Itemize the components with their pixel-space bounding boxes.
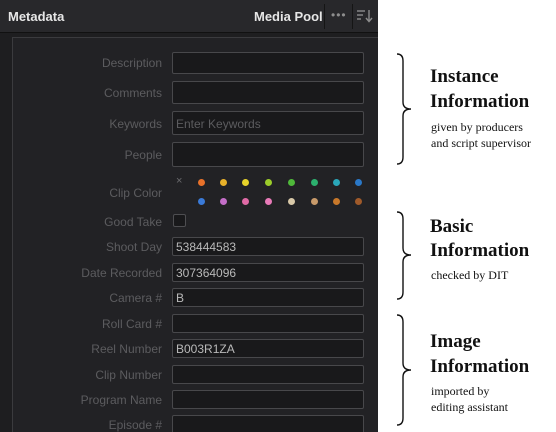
- clip-color-swatch[interactable]: [311, 179, 318, 186]
- clip-number-label: Clip Number: [95, 368, 162, 382]
- program-name-field[interactable]: [172, 390, 364, 409]
- clip-color-label: Clip Color: [109, 186, 162, 200]
- clip-color-swatch[interactable]: [288, 198, 295, 205]
- clip-color-swatch[interactable]: [265, 198, 272, 205]
- episode-field[interactable]: [172, 415, 364, 432]
- date-recorded-field[interactable]: 307364096: [172, 263, 364, 282]
- people-label: People: [124, 148, 162, 162]
- clip-color-swatch[interactable]: [355, 179, 362, 186]
- clip-color-swatch[interactable]: [198, 179, 205, 186]
- basic-brace: [396, 211, 412, 300]
- basic-title-line2: Information: [430, 240, 530, 261]
- program-name-label: Program Name: [80, 393, 162, 407]
- clip-color-swatch[interactable]: [198, 198, 205, 205]
- sort-icon[interactable]: [356, 8, 374, 24]
- camera-label: Camera #: [109, 291, 162, 305]
- clip-color-swatch[interactable]: [220, 198, 227, 205]
- instance-title-line1: Instance: [430, 66, 499, 87]
- clip-color-swatch[interactable]: [242, 179, 249, 186]
- instance-title-line2: Information: [430, 91, 530, 112]
- shoot-day-field[interactable]: 538444583: [172, 237, 364, 256]
- keywords-input[interactable]: Enter Keywords: [172, 111, 364, 135]
- keywords-label: Keywords: [109, 117, 162, 131]
- clip-color-swatch[interactable]: [333, 198, 340, 205]
- basic-title-line1: Basic: [430, 216, 474, 237]
- more-options-icon[interactable]: •••: [331, 8, 347, 22]
- clip-color-swatch[interactable]: [333, 179, 340, 186]
- image-brace: [396, 314, 412, 426]
- metadata-panel: Metadata Media Pool ••• Description Comm…: [0, 0, 378, 432]
- reel-number-field[interactable]: B003R1ZA: [172, 339, 364, 358]
- reel-number-label: Reel Number: [91, 342, 162, 356]
- clip-color-swatch[interactable]: [311, 198, 318, 205]
- clear-color-icon[interactable]: ×: [176, 175, 182, 187]
- description-label: Description: [101, 56, 162, 70]
- roll-card-field[interactable]: [172, 314, 364, 333]
- description-field[interactable]: [172, 52, 364, 74]
- comments-field[interactable]: [172, 81, 364, 104]
- panel-header: Metadata Media Pool •••: [0, 0, 378, 33]
- instance-brace: [396, 53, 412, 165]
- instance-subtitle-line1: given by producers: [431, 120, 523, 134]
- people-field[interactable]: [172, 142, 364, 167]
- instance-subtitle-line2: and script supervisor: [431, 136, 531, 150]
- clip-color-swatch[interactable]: [265, 179, 272, 186]
- roll-card-label: Roll Card #: [101, 317, 162, 331]
- clip-number-field[interactable]: [172, 365, 364, 384]
- image-title-line1: Image: [430, 331, 481, 352]
- basic-subtitle-line1: checked by DIT: [431, 268, 509, 282]
- good-take-label: Good Take: [104, 215, 162, 229]
- date-recorded-label: Date Recorded: [81, 266, 162, 280]
- image-subtitle-line1: imported by: [431, 384, 490, 398]
- panel-title: Metadata: [8, 9, 65, 24]
- clip-color-swatch[interactable]: [288, 179, 295, 186]
- camera-field[interactable]: B: [172, 288, 364, 307]
- media-pool-tab[interactable]: Media Pool: [254, 9, 323, 24]
- header-divider: [324, 4, 325, 29]
- image-subtitle-line2: editing assistant: [431, 400, 508, 414]
- comments-label: Comments: [103, 86, 162, 100]
- clip-color-swatch[interactable]: [242, 198, 249, 205]
- header-divider: [352, 4, 353, 29]
- image-title-line2: Information: [430, 356, 530, 377]
- shoot-day-label: Shoot Day: [105, 240, 162, 254]
- clip-color-swatch[interactable]: [355, 198, 362, 205]
- good-take-checkbox[interactable]: [173, 214, 186, 227]
- episode-label: Episode #: [108, 418, 162, 432]
- clip-color-swatch[interactable]: [220, 179, 227, 186]
